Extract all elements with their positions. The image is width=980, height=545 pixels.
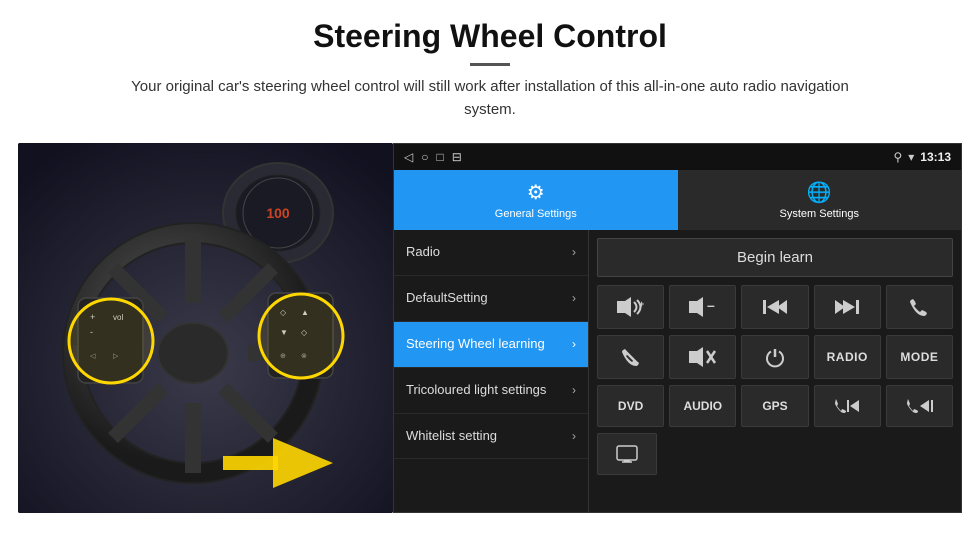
home-icon[interactable]: ○ [421,150,428,164]
dvd-label: DVD [618,399,643,413]
phone-answer-button[interactable] [886,285,953,329]
menu-list: Radio › DefaultSetting › Steering Wheel … [394,230,589,512]
content-area: 100 + - vol ◁ ▷ ◇ ▲ [18,143,962,513]
wifi-icon: ▾ [908,150,914,164]
recent-icon[interactable]: □ [436,150,443,164]
menu-item-tricoloured[interactable]: Tricoloured light settings › [394,368,588,414]
begin-learn-row: Begin learn [597,238,953,277]
extra-button[interactable] [597,433,657,475]
begin-learn-button[interactable]: Begin learn [597,238,953,277]
page-header: Steering Wheel Control Your original car… [0,0,980,131]
chevron-icon: › [572,429,576,443]
control-row-1: + – [597,285,953,329]
tel-next-button[interactable] [886,385,953,427]
mode-label: MODE [900,350,938,364]
tab-system-label: System Settings [780,208,859,220]
gps-button[interactable]: GPS [741,385,808,427]
menu-item-steering-label: Steering Wheel learning [406,336,568,353]
status-bar-right: ⚲ ▾ 13:13 [893,150,951,164]
menu-item-tricoloured-label: Tricoloured light settings [406,382,568,399]
menu-item-steering[interactable]: Steering Wheel learning › [394,322,588,368]
menu-item-whitelist-label: Whitelist setting [406,428,568,445]
phone-hangup-button[interactable] [597,335,664,379]
page-subtitle: Your original car's steering wheel contr… [110,76,870,121]
svg-text:–: – [707,297,715,313]
control-row-4 [597,433,953,475]
chevron-icon: › [572,245,576,259]
menu-icon[interactable]: ⊟ [452,150,462,164]
status-time: 13:13 [920,150,951,164]
mute-button[interactable] [669,335,736,379]
tab-general-label: General Settings [495,208,577,220]
prev-track-button[interactable] [741,285,808,329]
control-panel: Begin learn + [589,230,961,512]
status-bar-left: ◁ ○ □ ⊟ [404,150,462,164]
system-icon: 🌐 [807,180,832,205]
main-content: Radio › DefaultSetting › Steering Wheel … [394,230,961,512]
page-title: Steering Wheel Control [60,18,920,55]
menu-item-radio[interactable]: Radio › [394,230,588,276]
menu-item-whitelist[interactable]: Whitelist setting › [394,414,588,460]
radio-button[interactable]: RADIO [814,335,881,379]
radio-label: RADIO [827,350,868,364]
tab-bar: ⚙ General Settings 🌐 System Settings [394,170,961,230]
svg-text:+: + [639,299,644,309]
control-row-2: RADIO MODE [597,335,953,379]
power-button[interactable] [741,335,808,379]
steering-wheel-image: 100 + - vol ◁ ▷ ◇ ▲ [18,143,393,513]
audio-button[interactable]: AUDIO [669,385,736,427]
menu-item-radio-label: Radio [406,244,568,261]
svg-text:100: 100 [266,205,290,221]
android-screen: ◁ ○ □ ⊟ ⚲ ▾ 13:13 ⚙ General Settings 🌐 S… [393,143,962,513]
chevron-icon: › [572,383,576,397]
tab-system[interactable]: 🌐 System Settings [678,170,962,230]
audio-label: AUDIO [683,399,722,413]
control-row-3: DVD AUDIO GPS [597,385,953,427]
status-bar: ◁ ○ □ ⊟ ⚲ ▾ 13:13 [394,144,961,170]
gear-settings-icon: ⚙ [527,180,545,205]
chevron-icon: › [572,291,576,305]
gps-label: GPS [762,399,787,413]
vol-up-button[interactable]: + [597,285,664,329]
chevron-icon: › [572,337,576,351]
tel-prev-button[interactable] [814,385,881,427]
menu-item-default[interactable]: DefaultSetting › [394,276,588,322]
tab-general[interactable]: ⚙ General Settings [394,170,678,230]
next-track-button[interactable] [814,285,881,329]
title-divider [470,63,510,66]
back-icon[interactable]: ◁ [404,150,413,164]
vol-down-button[interactable]: – [669,285,736,329]
menu-item-default-label: DefaultSetting [406,290,568,307]
dvd-button[interactable]: DVD [597,385,664,427]
location-icon: ⚲ [893,150,902,164]
mode-button[interactable]: MODE [886,335,953,379]
